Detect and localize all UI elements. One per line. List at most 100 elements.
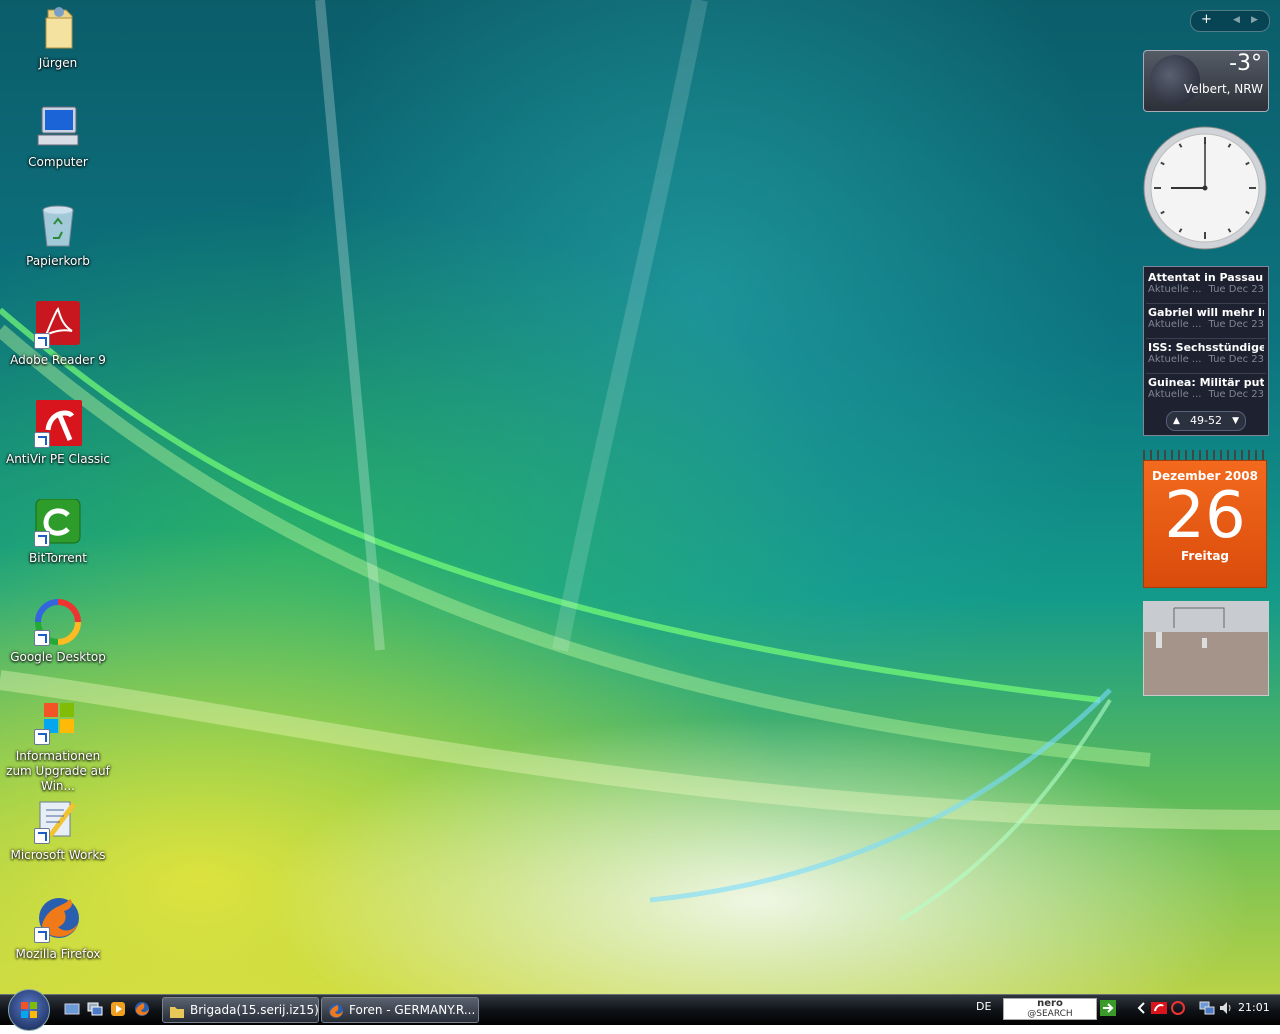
moon-weather-icon — [1150, 55, 1200, 105]
switch-windows-icon[interactable] — [87, 1001, 103, 1017]
taskbar-clock[interactable]: 21:01 — [1238, 1001, 1270, 1014]
computer-icon — [34, 103, 82, 151]
feed-source: Aktuelle ... — [1148, 319, 1202, 330]
feed-previous-button[interactable]: ▲ — [1173, 412, 1180, 430]
desktop-icon-papierkorb[interactable]: Papierkorb — [2, 202, 114, 269]
slideshow-photo — [1144, 602, 1268, 695]
feed-date: Tue Dec 23 — [1208, 354, 1264, 365]
shortcut-arrow-icon — [34, 828, 50, 844]
feed-date: Tue Dec 23 — [1208, 284, 1264, 295]
nero-logo-text: nero — [1037, 998, 1063, 1009]
desktop-icon-label: Informationen zum Upgrade auf Win... — [6, 749, 110, 793]
calendar-weekday: Freitag — [1180, 549, 1230, 563]
taskbar-item-label: Brigada(15.serij.iz15)... — [190, 1003, 319, 1017]
show-hidden-icons-chevron-icon[interactable] — [1136, 1000, 1152, 1016]
next-page-button[interactable]: ▶ — [1251, 15, 1258, 25]
desktop-icon-label: Computer — [28, 155, 88, 169]
show-desktop-icon[interactable] — [64, 1001, 80, 1017]
desktop-icon-label: AntiVir PE Classic — [5, 452, 110, 466]
desktop-icon-label: Microsoft Works — [10, 848, 106, 862]
slideshow-gadget[interactable] — [1143, 601, 1269, 696]
wallpaper-waves — [0, 0, 1280, 922]
feed-date: Tue Dec 23 — [1208, 319, 1264, 330]
divider — [1146, 338, 1266, 339]
taskbar: Brigada(15.serij.iz15)... Foren - GERMAN… — [0, 989, 1280, 1031]
desktop-icon-antivir[interactable]: AntiVir PE Classic — [2, 400, 114, 467]
desktop-icon-label: Mozilla Firefox — [15, 947, 101, 961]
feed-headlines-gadget: Attentat in Passau: V... Aktuelle ... Tue… — [1143, 266, 1269, 436]
calendar-rings — [1143, 450, 1267, 460]
previous-page-button[interactable]: ◀ — [1233, 15, 1240, 25]
shortcut-arrow-icon — [34, 531, 50, 547]
add-gadget-button[interactable]: + — [1201, 12, 1212, 27]
clock-gadget[interactable] — [1143, 126, 1267, 252]
sidebar-controls: + ◀ ▶ — [1190, 10, 1270, 32]
calendar-day: 26 — [1164, 479, 1246, 553]
start-button[interactable] — [8, 989, 50, 1031]
shortcut-arrow-icon — [34, 432, 50, 448]
desktop-icon-firefox[interactable]: Mozilla Firefox — [2, 895, 114, 962]
desktop-icon-adobe-reader[interactable]: Adobe Reader 9 — [2, 301, 114, 368]
nero-logo-subtext: @SEARCH — [1027, 1009, 1073, 1019]
user-folder-icon — [34, 4, 82, 52]
firefox-quicklaunch-icon[interactable] — [134, 1001, 150, 1017]
microsoft-works-icon — [34, 796, 82, 844]
firefox-icon — [34, 895, 82, 943]
feed-item[interactable]: Guinea: Militär putsc... Aktuelle ... Tue… — [1148, 376, 1264, 409]
feed-title: Guinea: Militär putsc... — [1148, 376, 1264, 389]
desktop-icon-juergen[interactable]: Jürgen — [2, 4, 114, 71]
windows-upgrade-icon — [34, 697, 82, 745]
shortcut-arrow-icon — [34, 630, 50, 646]
taskbar-item-folder[interactable]: Brigada(15.serij.iz15)... — [162, 997, 319, 1023]
feed-title: ISS: Sechsstündiger ... — [1148, 341, 1264, 354]
desktop-icon-label: Jürgen — [38, 56, 78, 70]
weather-gadget[interactable]: -3° Velbert, NRW — [1143, 50, 1269, 112]
network-icon[interactable] — [1199, 1000, 1215, 1016]
media-player-icon[interactable] — [110, 1001, 126, 1017]
taskbar-item-label: Foren - GERMANY.R... — [349, 1003, 476, 1017]
feed-title: Gabriel will mehr Inv... — [1148, 306, 1264, 319]
feed-source: Aktuelle ... — [1148, 389, 1202, 400]
bittorrent-icon — [34, 498, 82, 547]
feed-range: 49-52 — [1190, 414, 1222, 427]
nero-search-toolbar[interactable]: nero @SEARCH — [1003, 998, 1097, 1020]
taskbar-item-firefox[interactable]: Foren - GERMANY.R... — [321, 997, 479, 1023]
windows-logo-icon — [21, 1002, 37, 1018]
desktop-icon-google-desktop[interactable]: Google Desktop — [2, 598, 114, 665]
volume-icon[interactable] — [1218, 1000, 1234, 1016]
feed-item[interactable]: Gabriel will mehr Inv... Aktuelle ... Tue… — [1148, 306, 1264, 339]
recycle-bin-icon — [34, 202, 82, 250]
feed-title: Attentat in Passau: V... — [1148, 271, 1264, 284]
feed-next-button[interactable]: ▼ — [1232, 412, 1239, 430]
google-desktop-tray-icon[interactable] — [1170, 1000, 1186, 1016]
shortcut-arrow-icon — [34, 333, 50, 349]
desktop-background[interactable]: Jürgen Computer Papierkorb Adobe Reader … — [0, 0, 1280, 994]
desktop-icon-label: Adobe Reader 9 — [10, 353, 106, 367]
folder-icon — [170, 1006, 184, 1018]
weather-temperature: -3° — [1229, 51, 1262, 76]
shortcut-arrow-icon — [34, 927, 50, 943]
adobe-reader-icon — [34, 301, 82, 349]
antivir-icon — [34, 400, 82, 448]
desktop-icon-bittorrent[interactable]: BitTorrent — [2, 498, 114, 566]
feed-date: Tue Dec 23 — [1208, 389, 1264, 400]
calendar-gadget[interactable]: Dezember 2008 26 Freitag — [1143, 450, 1267, 588]
feed-item[interactable]: Attentat in Passau: V... Aktuelle ... Tue… — [1148, 271, 1264, 304]
desktop-icon-computer[interactable]: Computer — [2, 103, 114, 170]
desktop-icon-windows-upgrade[interactable]: Informationen zum Upgrade auf Win... — [2, 697, 114, 794]
weather-location: Velbert, NRW — [1184, 82, 1263, 96]
shortcut-arrow-icon — [34, 729, 50, 745]
firefox-icon — [329, 1003, 343, 1018]
desktop-icon-label: Google Desktop — [10, 650, 106, 664]
desktop-icon-label: BitTorrent — [29, 551, 87, 565]
antivir-tray-icon[interactable] — [1151, 1000, 1167, 1016]
desktop-icon-microsoft-works[interactable]: Microsoft Works — [2, 796, 114, 863]
feed-item[interactable]: ISS: Sechsstündiger ... Aktuelle ... Tue … — [1148, 341, 1264, 374]
language-indicator[interactable]: DE — [976, 1000, 991, 1013]
divider — [1146, 303, 1266, 304]
feed-pager: ▲ 49-52 ▼ — [1166, 411, 1246, 431]
desktop-icon-label: Papierkorb — [26, 254, 90, 268]
nero-search-go-icon[interactable] — [1100, 1000, 1116, 1016]
divider — [1146, 373, 1266, 374]
feed-source: Aktuelle ... — [1148, 354, 1202, 365]
